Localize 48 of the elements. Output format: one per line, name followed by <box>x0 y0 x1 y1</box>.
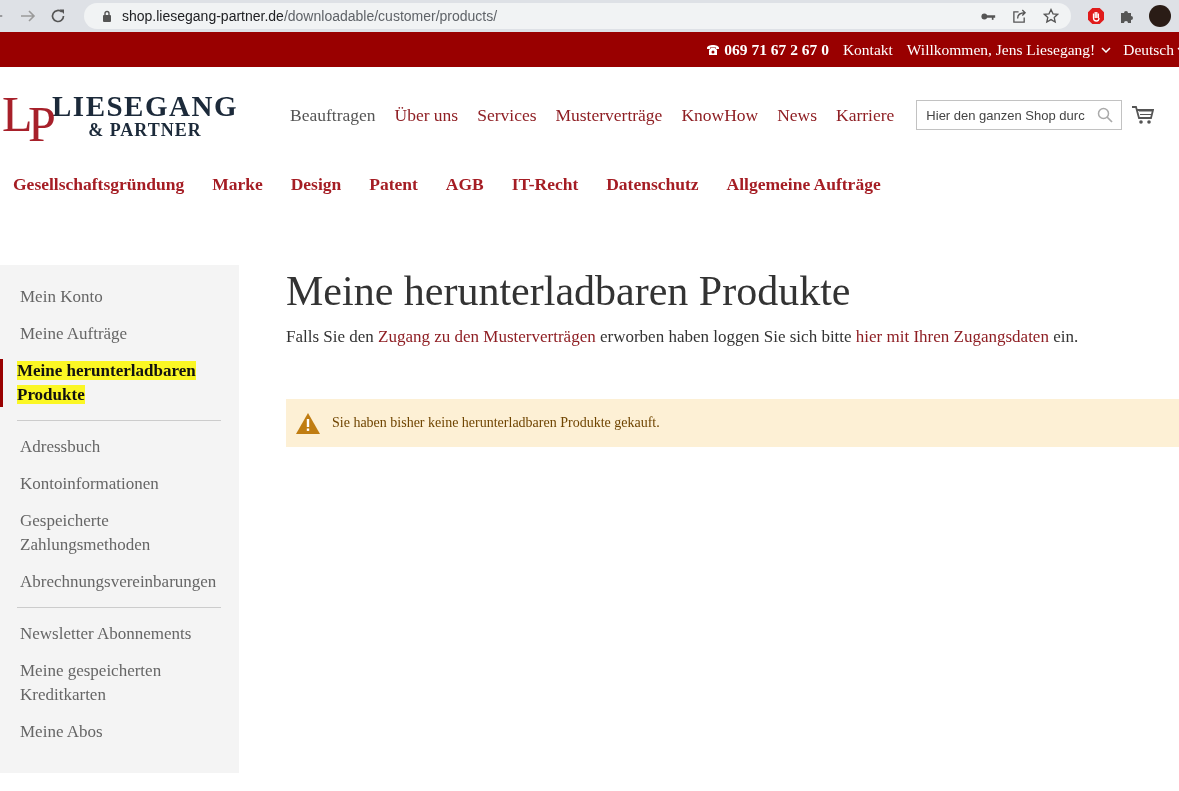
category-link[interactable]: Allgemeine Aufträge <box>726 173 881 195</box>
language-switcher[interactable]: Deutsch <box>1123 40 1174 59</box>
sidebar-item[interactable]: Meine Abos <box>0 720 239 744</box>
sidebar-item[interactable]: Adressbuch <box>0 435 239 459</box>
category-link[interactable]: Datenschutz <box>606 173 699 195</box>
sidebar-item[interactable]: Meine Aufträge <box>0 322 239 346</box>
star-icon[interactable] <box>1043 8 1059 24</box>
url-text: shop.liesegang-partner.de/downloadable/customer/products/ <box>122 8 498 24</box>
category-link[interactable]: IT-Recht <box>511 173 579 195</box>
reload-icon[interactable] <box>50 8 66 24</box>
welcome-menu[interactable]: Willkommen, Jens Liesegang! <box>906 40 1096 59</box>
address-bar[interactable]: shop.liesegang-partner.de/downloadable/customer/products/ <box>84 3 1071 29</box>
contact-link[interactable]: Kontakt <box>842 40 893 59</box>
nav-link[interactable]: Über uns <box>394 104 459 126</box>
chevron-down-icon[interactable] <box>1101 46 1112 53</box>
sidebar-item[interactable]: Mein Konto <box>0 285 239 309</box>
category-link[interactable]: Design <box>290 173 342 195</box>
category-link[interactable]: Gesellschaftsgründung <box>13 173 185 195</box>
share-icon[interactable] <box>1012 8 1027 24</box>
sidebar-item[interactable]: Meine gespeicherten Kreditkarten <box>0 659 239 707</box>
nav-link[interactable]: KnowHow <box>681 104 759 126</box>
lock-icon <box>102 10 112 22</box>
search-field[interactable]: Hier den ganzen Shop durc <box>916 100 1123 130</box>
cart-icon[interactable] <box>1132 105 1155 125</box>
category-link[interactable]: Patent <box>369 173 418 195</box>
text-link[interactable]: Zugang zu den Musterverträgen <box>378 327 596 346</box>
nav-link[interactable]: Karriere <box>836 104 895 126</box>
phone-number[interactable]: 069 71 67 2 67 0 <box>724 40 829 59</box>
text-link[interactable]: hier mit Ihren Zugangsdaten <box>855 327 1049 346</box>
category-link[interactable]: AGB <box>445 173 484 195</box>
nav-link[interactable]: Musterverträge <box>555 104 663 126</box>
phone-icon <box>706 43 721 56</box>
stop-hand-icon[interactable] <box>1087 7 1105 25</box>
puzzle-icon[interactable] <box>1119 8 1135 24</box>
warning-icon <box>296 412 320 434</box>
sidebar-item[interactable]: Newsletter Abonnements <box>0 622 239 646</box>
nav-link[interactable]: News <box>777 104 818 126</box>
sidebar-item[interactable]: Kontoinformationen <box>0 472 239 496</box>
intro-text: Falls Sie den Zugang zu den Musterverträgen erworben haben loggen Sie sich bitte hier mit Ihren Zugangsdaten ein. <box>286 327 1080 347</box>
avatar[interactable] <box>1149 5 1171 27</box>
sidebar-item[interactable]: Gespeicherte Zahlungsmethoden <box>0 509 239 557</box>
nav-link[interactable]: Services <box>477 104 537 126</box>
category-link[interactable]: Marke <box>212 173 263 195</box>
nav-link[interactable]: Beauftragen <box>290 104 376 126</box>
notice-text: Sie haben bisher keine herunterladbaren Produkte gekauft. <box>332 415 660 431</box>
page-title: Meine herunterladbaren Produkte <box>286 267 852 315</box>
sidebar-item[interactable]: Abrechnungsvereinbarungen <box>0 570 239 594</box>
key-icon[interactable] <box>981 11 996 21</box>
